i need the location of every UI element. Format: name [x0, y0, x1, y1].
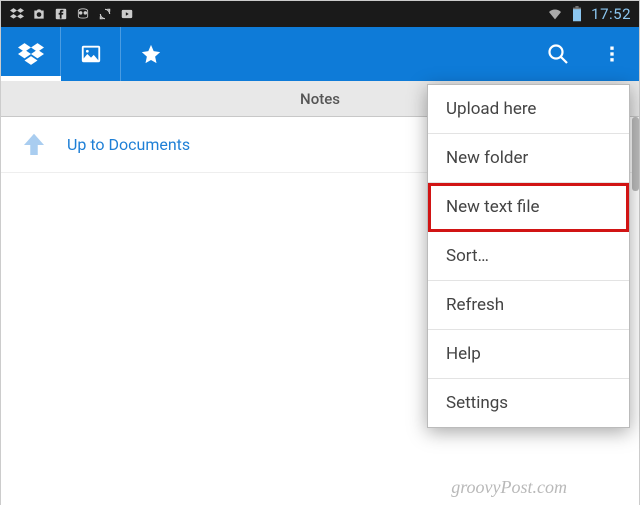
tab-photos[interactable]: [61, 27, 121, 81]
android-status-bar: 17:52: [1, 1, 639, 27]
app-action-bar: [1, 27, 639, 81]
menu-item-label: Upload here: [446, 99, 536, 119]
overflow-menu: Upload here New folder New text file Sor…: [427, 84, 630, 428]
menu-help[interactable]: Help: [428, 330, 629, 379]
overflow-menu-button[interactable]: [585, 27, 639, 81]
status-clock: 17:52: [591, 5, 631, 23]
menu-item-label: Sort…: [446, 246, 489, 266]
camera-notif-icon: [31, 6, 47, 22]
menu-settings[interactable]: Settings: [428, 379, 629, 427]
menu-item-label: Help: [446, 344, 481, 364]
facebook-notif-icon: [53, 6, 69, 22]
sync-notif-icon: [97, 6, 113, 22]
scrollbar-thumb[interactable]: [632, 117, 639, 191]
tab-favorites[interactable]: [121, 27, 181, 81]
menu-item-label: Refresh: [446, 295, 504, 315]
tab-files[interactable]: [1, 27, 61, 81]
battery-icon: [569, 6, 585, 22]
folder-title-label: Notes: [300, 90, 340, 108]
dropbox-notif-icon: [9, 6, 25, 22]
menu-item-label: New text file: [446, 197, 540, 217]
menu-item-label: New folder: [446, 148, 528, 168]
menu-upload-here[interactable]: Upload here: [428, 85, 629, 134]
search-button[interactable]: [531, 27, 585, 81]
arrow-up-icon: [19, 130, 49, 160]
menu-refresh[interactable]: Refresh: [428, 281, 629, 330]
owl-notif-icon: [75, 6, 91, 22]
menu-sort[interactable]: Sort…: [428, 232, 629, 281]
menu-new-text-file[interactable]: New text file: [428, 183, 629, 232]
play-notif-icon: [119, 6, 135, 22]
nav-up-label: Up to Documents: [67, 135, 190, 154]
wifi-icon: [547, 6, 563, 22]
menu-new-folder[interactable]: New folder: [428, 134, 629, 183]
menu-item-label: Settings: [446, 393, 508, 413]
